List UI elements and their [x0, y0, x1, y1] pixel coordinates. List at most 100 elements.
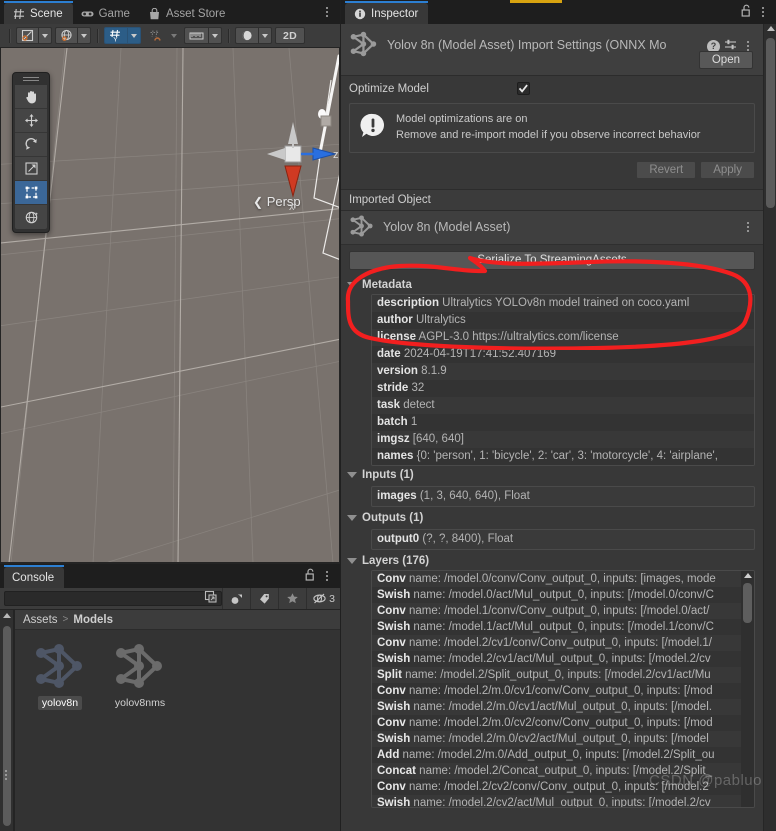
perspective-label[interactable]: ❮ Persp [253, 194, 301, 209]
metadata-foldout[interactable]: Metadata [341, 276, 763, 294]
layer-row[interactable]: Conv name: /model.2/cv1/conv/Conv_output… [372, 634, 741, 651]
chevron-down-icon [347, 514, 357, 521]
tag-filter-icon[interactable] [250, 588, 278, 609]
grid-snap-group[interactable]: Y [104, 27, 141, 44]
tab-scene[interactable]: Scene [4, 1, 73, 24]
inputs-foldout[interactable]: Inputs (1) [341, 466, 763, 484]
imported-object-menu-icon[interactable] [741, 219, 755, 235]
metadata-list: description Ultralytics YOLOv8n model tr… [371, 293, 755, 466]
move-tool[interactable] [15, 109, 47, 133]
layer-row[interactable]: Conv name: /model.2/m.0/cv1/conv/Conv_ou… [372, 682, 741, 699]
magnet-snap-group[interactable] [144, 27, 181, 44]
ruler-icon[interactable] [184, 27, 208, 44]
project-scrollbar[interactable] [0, 610, 14, 831]
serialize-to-streamingassets-button[interactable]: Serialize To StreamingAssets [349, 250, 755, 270]
audio-group[interactable] [235, 27, 272, 44]
audio-dropdown[interactable] [258, 27, 272, 44]
layer-type: Swish [377, 700, 411, 713]
search-expand-icon[interactable] [204, 590, 218, 607]
scene-viewport[interactable]: z x ❮ Persp [0, 48, 340, 563]
rotate-tool[interactable] [15, 133, 47, 157]
scene-panel-menu-icon[interactable] [320, 4, 334, 20]
layer-row[interactable]: Conv name: /model.2/m.0/cv2/conv/Conv_ou… [372, 714, 741, 731]
layer-row[interactable]: Swish name: /model.2/cv1/act/Mul_output_… [372, 650, 741, 667]
layer-row[interactable]: Conv name: /model.0/conv/Conv_output_0, … [372, 570, 741, 587]
apply-button[interactable]: Apply [700, 160, 755, 179]
metadata-key: description [377, 296, 439, 309]
breadcrumb-root[interactable]: Assets [23, 614, 58, 626]
metadata-value: Ultralytics [412, 313, 466, 326]
open-button[interactable]: Open [698, 51, 753, 69]
scale-tool[interactable] [15, 157, 47, 181]
ruler-group[interactable] [184, 27, 222, 44]
layer-type: Add [377, 748, 400, 761]
layer-type: Conv [377, 604, 406, 617]
outputs-foldout[interactable]: Outputs (1) [341, 509, 763, 527]
view-mode-2d-button[interactable]: 2D [275, 27, 306, 44]
console-search-input[interactable] [4, 590, 222, 607]
input-name: images [377, 489, 417, 502]
layer-row[interactable]: Swish name: /model.0/act/Mul_output_0, i… [372, 586, 741, 603]
scroll-thumb[interactable] [3, 626, 11, 826]
breadcrumb-current[interactable]: Models [73, 614, 113, 626]
console-menu-icon[interactable] [320, 568, 334, 584]
optimize-model-checkbox[interactable] [517, 82, 530, 95]
inspector-scroll-thumb[interactable] [766, 38, 775, 208]
layer-row[interactable]: Split name: /model.2/Split_output_0, inp… [372, 666, 741, 683]
collapse-message-count[interactable]: 3 [306, 588, 340, 609]
tab-console[interactable]: Console [4, 565, 65, 588]
layer-row[interactable]: Add name: /model.2/m.0/Add_output_0, inp… [372, 746, 741, 763]
layer-row[interactable]: Conv name: /model.1/conv/Conv_output_0, … [372, 602, 741, 619]
transform-tool[interactable] [15, 205, 47, 229]
layer-row[interactable]: Swish name: /model.2/m.0/cv1/act/Mul_out… [372, 698, 741, 715]
scroll-up-icon[interactable] [3, 613, 11, 618]
sphere-icon[interactable] [235, 27, 258, 44]
draw-mode-group[interactable] [16, 27, 52, 44]
layer-detail: name: /model.2/cv1/conv/Conv_output_0, i… [405, 636, 712, 649]
layer-row[interactable]: Swish name: /model.2/cv2/act/Mul_output_… [372, 794, 741, 807]
hand-tool[interactable] [15, 85, 47, 109]
grid-snap-dropdown[interactable] [127, 27, 141, 44]
clear-on-play-icon[interactable] [222, 588, 250, 609]
layers-scroll-thumb[interactable] [743, 582, 752, 623]
layers-foldout[interactable]: Layers (176) [341, 552, 763, 570]
palette-drag-handle[interactable] [23, 76, 39, 82]
magnet-snap-dropdown[interactable] [167, 27, 181, 44]
model-asset-icon [112, 640, 168, 692]
tab-game[interactable]: Game [72, 3, 140, 24]
lock-open-icon[interactable] [741, 4, 752, 20]
metadata-row: imgsz [640, 640] [372, 430, 754, 448]
inspector-scrollbar[interactable] [763, 24, 776, 831]
tab-inspector[interactable]: Inspector [345, 1, 429, 24]
inputs-foldout-label: Inputs (1) [362, 468, 414, 481]
inspector-menu-icon[interactable] [756, 4, 770, 20]
magnet-snap-icon[interactable] [144, 27, 167, 44]
toolbar-divider [9, 28, 10, 43]
lock-open-icon[interactable] [305, 568, 316, 584]
ruler-dropdown[interactable] [208, 27, 222, 44]
unity-editor-window: Scene Game Asset Store Y 2D z x ❮ Persp … [0, 0, 776, 831]
layer-type: Swish [377, 620, 411, 633]
grid-y-icon[interactable]: Y [104, 27, 127, 44]
tab-asset-store[interactable]: Asset Store [139, 3, 236, 24]
draw-mode-dropdown[interactable] [38, 27, 52, 44]
metadata-value: [640, 640] [409, 432, 464, 445]
inspector-scroll-up-icon[interactable] [766, 26, 775, 31]
shaded-wireframe-icon[interactable] [16, 27, 38, 44]
model-asset-icon [349, 214, 375, 241]
toolbar-divider-2 [97, 28, 98, 43]
asset-item-yolov8nms[interactable]: yolov8nms [109, 640, 171, 710]
console-toolbar: 3 [0, 588, 340, 610]
metadata-value: 32 [408, 381, 425, 394]
revert-button[interactable]: Revert [636, 160, 697, 179]
layer-row[interactable]: Swish name: /model.2/m.0/cv2/act/Mul_out… [372, 730, 741, 747]
layer-row[interactable]: Swish name: /model.1/act/Mul_output_0, i… [372, 618, 741, 635]
lighting-dropdown[interactable] [77, 27, 91, 44]
favorite-star-icon[interactable] [278, 588, 306, 609]
layers-scroll-up-icon[interactable] [743, 572, 752, 578]
globe-icon[interactable] [55, 27, 77, 44]
lighting-group[interactable] [55, 27, 91, 44]
asset-item-yolov8n[interactable]: yolov8n [29, 640, 91, 710]
rect-tool[interactable] [15, 181, 47, 205]
layer-type: Concat [377, 764, 416, 777]
